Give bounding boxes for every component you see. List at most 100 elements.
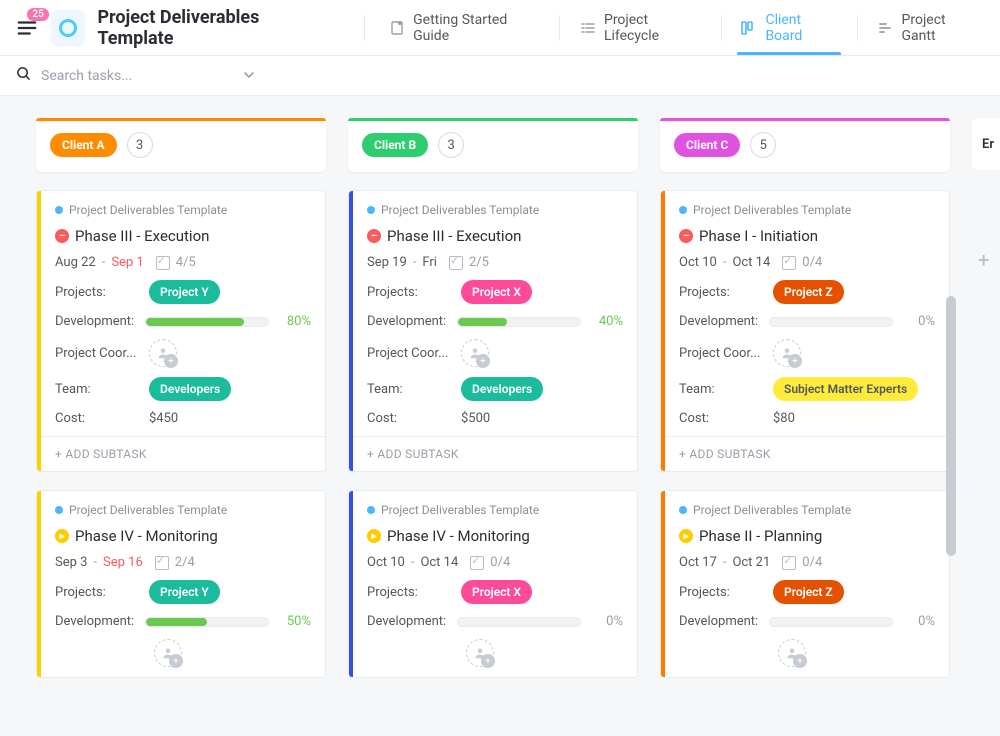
field-label: Projects: [55,285,137,300]
checklist-icon[interactable] [470,556,484,570]
add-card-button[interactable]: + [972,248,1000,272]
progress-percent: 0% [589,614,623,629]
cost-row: Cost:$500 [367,411,623,426]
progress-percent: 40% [589,314,623,329]
nav-lifecycle[interactable]: Project Lifecycle [570,0,711,55]
progress-bar[interactable] [145,617,269,627]
column-header[interactable]: Client B3 [348,118,638,172]
field-label: Development: [679,614,761,629]
crumb-text: Project Deliverables Template [381,203,539,217]
checklist-icon[interactable] [155,556,169,570]
assignee-add[interactable]: + [149,339,177,367]
card-breadcrumb: Project Deliverables Template [679,503,935,517]
card-dates: Sep 19-Fri2/5 [367,255,623,270]
add-subtask-button[interactable]: + ADD SUBTASK [41,436,325,471]
projects-row: Projects:Project X [367,280,623,304]
hamburger-menu[interactable]: 25 [12,12,43,44]
task-card[interactable]: Project Deliverables Template –Phase I -… [660,190,950,472]
task-card[interactable]: Project Deliverables Template ▸Phase IV … [36,490,326,678]
start-date[interactable]: Aug 22 [55,255,96,270]
project-tag[interactable]: Project Y [149,280,220,304]
search-icon [16,66,31,85]
team-tag[interactable]: Subject Matter Experts [773,377,918,401]
progress-bar[interactable] [145,317,269,327]
start-date[interactable]: Sep 19 [367,255,407,270]
progress-bar[interactable] [457,317,581,327]
nav-links: Getting Started Guide Project Lifecycle … [379,0,988,55]
phase-status-icon: – [55,229,69,243]
card-body: Project Deliverables Template –Phase III… [353,191,637,436]
assignee-add[interactable]: + [466,639,494,667]
checklist-icon[interactable] [782,256,796,270]
card-dates: Sep 3-Sep 162/4 [55,555,311,570]
project-tag[interactable]: Project Z [773,580,844,604]
project-tag[interactable]: Project X [461,280,532,304]
assignee-add[interactable]: + [154,639,182,667]
card-title[interactable]: Phase II - Planning [699,527,822,545]
column-header[interactable]: Er [972,118,1000,170]
end-date[interactable]: Sep 16 [103,555,143,570]
nav-client-board[interactable]: Client Board [731,0,846,55]
column-header[interactable]: Client C5 [660,118,950,172]
task-card[interactable]: Project Deliverables Template –Phase III… [36,190,326,472]
development-row: Development:0% [679,314,935,329]
list-icon [580,20,596,36]
end-date[interactable]: Sep 1 [111,255,143,270]
card-title[interactable]: Phase III - Execution [387,227,521,245]
projects-row: Projects:Project Z [679,280,935,304]
card-title-row: –Phase I - Initiation [679,227,935,245]
column-name-pill: Client A [50,133,117,157]
project-tag[interactable]: Project X [461,580,532,604]
nav-gantt[interactable]: Project Gantt [868,0,989,55]
top-bar: 25 Project Deliverables Template Getting… [0,0,1000,56]
chevron-down-icon[interactable] [243,66,255,85]
card-title[interactable]: Phase IV - Monitoring [75,527,218,545]
project-tag[interactable]: Project Z [773,280,844,304]
search-bar [0,56,1000,96]
field-label: Cost: [55,411,137,426]
progress-bar[interactable] [769,617,893,627]
start-date[interactable]: Sep 3 [55,555,87,570]
project-tag[interactable]: Project Y [149,580,220,604]
assignee-add[interactable]: + [773,339,801,367]
search-input[interactable] [41,68,221,84]
checklist-icon[interactable] [782,556,796,570]
add-subtask-button[interactable]: + ADD SUBTASK [665,436,949,471]
coordinator-row: + [348,639,623,667]
card-title[interactable]: Phase I - Initiation [699,227,818,245]
end-date[interactable]: Oct 14 [732,255,770,270]
task-card[interactable]: Project Deliverables Template ▸Phase IV … [348,490,638,678]
progress-bar[interactable] [769,317,893,327]
start-date[interactable]: Oct 10 [679,255,717,270]
team-tag[interactable]: Developers [461,377,543,401]
kanban-board: Client A3 Project Deliverables Template … [0,96,1000,700]
card-title[interactable]: Phase III - Execution [75,227,209,245]
crumb-text: Project Deliverables Template [69,203,227,217]
start-date[interactable]: Oct 10 [367,555,405,570]
card-title-row: ▸Phase IV - Monitoring [55,527,311,545]
team-tag[interactable]: Developers [149,377,231,401]
notification-badge: 25 [27,8,48,21]
task-card[interactable]: Project Deliverables Template ▸Phase II … [660,490,950,678]
end-date[interactable]: Fri [422,255,437,270]
nav-getting-started[interactable]: Getting Started Guide [379,0,549,55]
progress-bar[interactable] [457,617,581,627]
add-subtask-button[interactable]: + ADD SUBTASK [353,436,637,471]
card-breadcrumb: Project Deliverables Template [367,503,623,517]
card-body: Project Deliverables Template ▸Phase IV … [353,491,637,677]
assignee-add[interactable]: + [461,339,489,367]
development-row: Development:40% [367,314,623,329]
start-date[interactable]: Oct 17 [679,555,717,570]
end-date[interactable]: Oct 21 [732,555,770,570]
end-date[interactable]: Oct 14 [420,555,458,570]
checklist-icon[interactable] [156,256,170,270]
app-logo[interactable] [51,10,86,46]
card-title[interactable]: Phase IV - Monitoring [387,527,530,545]
assignee-add[interactable]: + [778,639,806,667]
field-label: Development: [679,314,761,329]
checklist-icon[interactable] [449,256,463,270]
card-title-row: –Phase III - Execution [55,227,311,245]
column-header[interactable]: Client A3 [36,118,326,172]
task-card[interactable]: Project Deliverables Template –Phase III… [348,190,638,472]
scrollbar-thumb[interactable] [946,296,956,556]
